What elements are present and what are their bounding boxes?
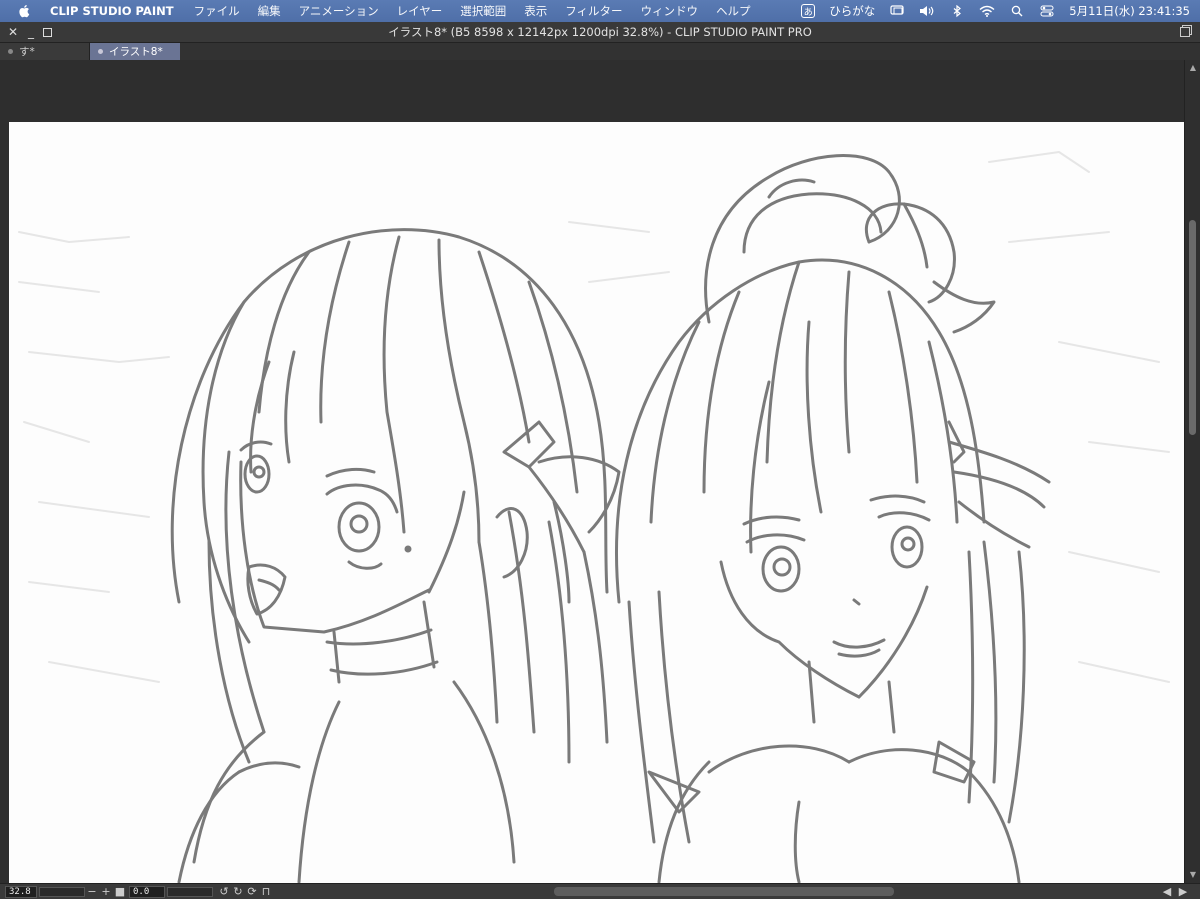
menu-window[interactable]: ウィンドウ: [641, 3, 699, 19]
minimize-icon[interactable]: _: [24, 25, 38, 39]
menu-extras: あ ひらがな 5月11日(水) 23:41:35: [801, 0, 1190, 22]
tab-document-su[interactable]: す*: [0, 43, 90, 60]
tab-label: イラスト8*: [109, 46, 163, 58]
menu-edit[interactable]: 編集: [258, 3, 281, 19]
fit-view-icon[interactable]: ■: [113, 885, 127, 898]
menu-animation[interactable]: アニメーション: [299, 3, 379, 19]
menu-selection[interactable]: 選択範囲: [460, 3, 506, 19]
reset-rotation-icon[interactable]: ⟳: [245, 885, 259, 898]
apple-logo-icon[interactable]: [18, 4, 32, 18]
menu-help[interactable]: ヘルプ: [716, 3, 751, 19]
volume-icon[interactable]: [919, 4, 935, 18]
rotation-input[interactable]: 0.0: [129, 885, 165, 898]
input-method-label[interactable]: ひらがな: [829, 3, 875, 19]
scroll-up-icon[interactable]: ▲: [1188, 63, 1198, 73]
zoom-out-icon[interactable]: −: [85, 885, 99, 898]
spotlight-search-icon[interactable]: [1009, 4, 1025, 18]
tab-status-dot: [8, 49, 13, 54]
window-title: イラスト8* (B5 8598 x 12142px 1200dpi 32.8%)…: [388, 25, 812, 39]
canvas-workspace[interactable]: [0, 60, 1184, 883]
window-title-bar: ✕ _ イラスト8* (B5 8598 x 12142px 1200dpi 32…: [0, 22, 1200, 43]
drawing-canvas[interactable]: [9, 122, 1184, 883]
vertical-scrollbar[interactable]: ▲ ▼: [1184, 60, 1200, 883]
menu-layer[interactable]: レイヤー: [397, 3, 443, 19]
menu-view[interactable]: 表示: [524, 3, 547, 19]
navigator-status-bar: 32.8 − + ■ 0.0 ↺ ↻ ⟳ ⊓ ◀ ▶: [0, 883, 1200, 899]
zoom-in-icon[interactable]: +: [99, 885, 113, 898]
zoom-input[interactable]: 32.8: [5, 885, 37, 898]
screen-mirroring-icon[interactable]: [889, 4, 905, 18]
wifi-icon[interactable]: [979, 4, 995, 18]
control-center-icon[interactable]: [1039, 4, 1055, 18]
maximize-icon[interactable]: [40, 25, 54, 39]
restore-icon[interactable]: [1180, 25, 1192, 37]
scroll-right-icon[interactable]: ▶: [1176, 885, 1190, 898]
input-method-icon[interactable]: あ: [801, 4, 816, 18]
tab-document-illust8[interactable]: イラスト8*: [90, 43, 180, 60]
flip-icon[interactable]: ⊓: [259, 885, 273, 898]
clock[interactable]: 5月11日(水) 23:41:35: [1069, 3, 1190, 19]
app-menu[interactable]: CLIP STUDIO PAINT: [50, 4, 174, 18]
rotation-slider[interactable]: [167, 886, 213, 897]
tab-status-dot: [98, 49, 103, 54]
horizontal-scroll-thumb[interactable]: [554, 887, 894, 896]
scroll-down-icon[interactable]: ▼: [1188, 870, 1198, 880]
tab-label: す*: [19, 46, 35, 58]
menu-file[interactable]: ファイル: [194, 3, 240, 19]
macos-menu-bar: CLIP STUDIO PAINT ファイル 編集 アニメーション レイヤー 選…: [0, 0, 1200, 22]
menu-filter[interactable]: フィルター: [565, 3, 622, 19]
rotate-right-icon[interactable]: ↻: [231, 885, 245, 898]
line-art-sketch: [18, 151, 1170, 883]
close-icon[interactable]: ✕: [6, 25, 20, 39]
zoom-slider[interactable]: [39, 886, 85, 897]
bluetooth-icon[interactable]: [949, 4, 965, 18]
vertical-scroll-thumb[interactable]: [1189, 220, 1196, 435]
document-tab-bar: す* イラスト8*: [0, 43, 1200, 60]
rotate-left-icon[interactable]: ↺: [217, 885, 231, 898]
scroll-left-icon[interactable]: ◀: [1160, 885, 1174, 898]
